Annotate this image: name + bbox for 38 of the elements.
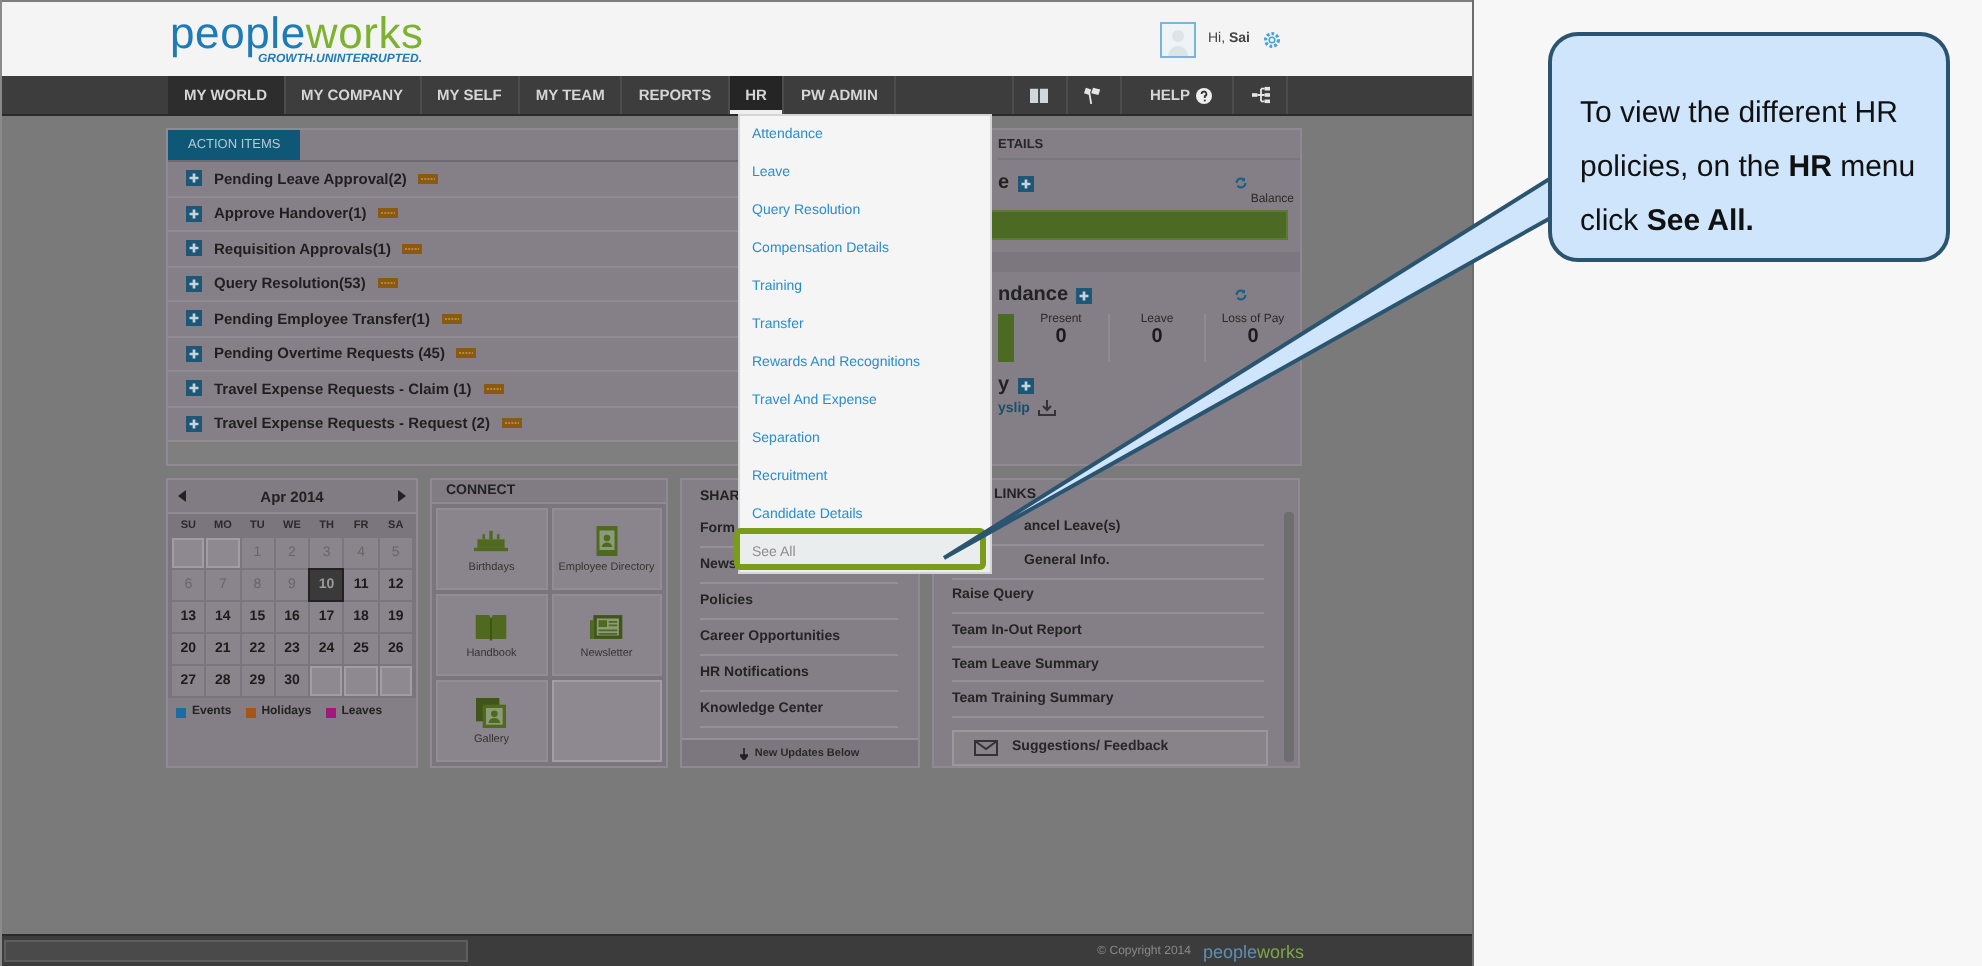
scrollbar[interactable] [1284,512,1294,762]
expand-icon[interactable] [186,310,202,327]
book-icon[interactable] [1030,86,1049,104]
flags-icon[interactable] [1084,86,1103,104]
gallery-icon [474,697,509,727]
stat-value: 0 [1055,326,1067,348]
next-arrow-icon[interactable] [398,490,406,502]
expand-icon[interactable] [186,205,202,222]
expand-icon[interactable] [1017,377,1034,393]
section-title: e [998,172,1010,194]
newspaper-icon [589,611,624,641]
section-title: ndance [998,284,1069,306]
expand-icon[interactable] [186,415,202,432]
expand-icon[interactable] [186,380,202,397]
expand-icon[interactable] [186,275,202,292]
expand-icon[interactable] [186,170,202,187]
down-arrow-icon [740,747,749,759]
expand-icon[interactable] [186,345,202,362]
section-title: y [998,374,1010,396]
footer-logo: peopleworks [1202,941,1304,961]
scrollbar[interactable] [4,940,468,962]
stat-value: 0 [1247,326,1259,348]
download-icon[interactable] [1037,400,1056,416]
previous-arrow-icon[interactable] [178,490,186,502]
help-icon [1196,87,1212,103]
expand-icon[interactable] [186,240,202,257]
attendance-tile [998,314,1014,362]
expand-icon[interactable] [1076,287,1093,303]
sitemap-icon[interactable] [1251,86,1269,104]
cake-icon [474,525,509,555]
callout-text: To view the different HR policies, on the HR menu click See All. [1548,32,1950,262]
envelope-icon [974,739,998,756]
expand-icon[interactable] [1017,175,1034,191]
settings-icon[interactable] [1262,29,1282,49]
stat-value: 0 [1151,326,1163,348]
company-logo: peopleworks [170,12,424,56]
book-icon [474,611,509,641]
empty-tile [551,680,662,762]
